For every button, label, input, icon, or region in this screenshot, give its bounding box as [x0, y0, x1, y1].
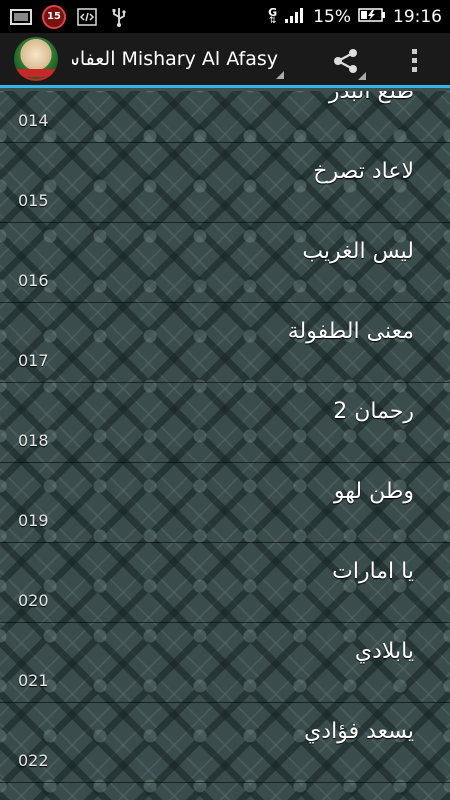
action-bar: Mishary Al Afasy العفاسي: [0, 33, 450, 88]
song-number: 018: [18, 431, 49, 450]
code-icon: [76, 7, 98, 26]
overflow-menu-icon: [411, 49, 417, 72]
song-number: 014: [18, 111, 49, 130]
battery-icon: [358, 7, 386, 27]
clock: 19:16: [393, 6, 442, 27]
list-item[interactable]: يسعد فؤادي 022: [0, 703, 450, 783]
song-title: لاعاد تصرخ: [313, 159, 414, 184]
image-icon: [10, 8, 32, 26]
share-icon: [334, 48, 357, 73]
song-list-content: طلع البدر 014 لاعاد تصرخ 015 ليس الغريب …: [0, 91, 450, 783]
song-title: يابلادي: [354, 639, 414, 664]
song-title: وطن لهو: [333, 479, 414, 504]
battery-percent: 15%: [313, 6, 351, 27]
list-item[interactable]: معنى الطفولة 017: [0, 303, 450, 383]
song-title: رحمان 2: [333, 399, 414, 424]
list-item[interactable]: وطن لهو 019: [0, 463, 450, 543]
network-type-icon: G ⇅: [268, 5, 278, 26]
song-number: 015: [18, 191, 49, 210]
song-title: يسعد فؤادي: [304, 719, 414, 744]
song-title: يا امارات: [332, 559, 414, 584]
usb-icon: [108, 7, 130, 27]
list-item[interactable]: رحمان 2 018: [0, 383, 450, 463]
song-title: ليس الغريب: [302, 239, 414, 264]
spinner-indicator-icon: [276, 70, 284, 79]
status-bar: 15 G ⇅ 15% 19:16: [0, 0, 450, 33]
song-title: طلع البدر: [328, 91, 414, 104]
song-number: 016: [18, 271, 49, 290]
song-number: 020: [18, 591, 49, 610]
list-item[interactable]: لاعاد تصرخ 015: [0, 143, 450, 223]
notification-icons: 15: [0, 4, 130, 29]
song-number: 022: [18, 751, 49, 770]
list-item[interactable]: يابلادي 021: [0, 623, 450, 703]
song-number: 017: [18, 351, 49, 370]
signal-icon: [284, 6, 306, 28]
song-list[interactable]: طلع البدر 014 لاعاد تصرخ 015 ليس الغريب …: [0, 91, 450, 800]
system-icons: G ⇅ 15% 19:16: [268, 6, 450, 28]
app-title: Mishary Al Afasy العفاسي: [72, 48, 278, 70]
list-item[interactable]: يا امارات 020: [0, 543, 450, 623]
share-button[interactable]: [322, 33, 370, 88]
list-item[interactable]: طلع البدر 014: [0, 91, 450, 143]
logo-band: [16, 69, 56, 77]
song-number: 021: [18, 671, 49, 690]
song-number: 019: [18, 511, 49, 530]
song-title: معنى الطفولة: [287, 319, 414, 344]
overflow-menu-button[interactable]: [392, 33, 436, 88]
calendar-badge-icon: 15: [42, 4, 66, 29]
list-item[interactable]: ليس الغريب 016: [0, 223, 450, 303]
app-logo[interactable]: [14, 37, 58, 81]
title-spinner[interactable]: Mishary Al Afasy العفاسي: [72, 32, 284, 87]
share-dropdown-indicator-icon: [358, 72, 366, 80]
